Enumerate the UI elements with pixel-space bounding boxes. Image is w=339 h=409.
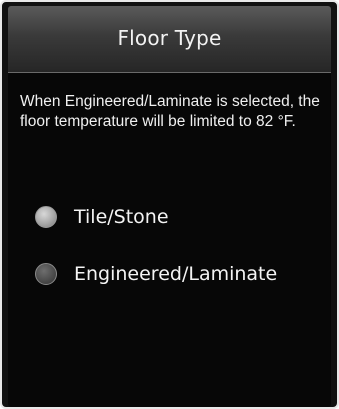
radio-tile-stone[interactable] <box>35 206 57 228</box>
option-tile-stone[interactable]: Tile/Stone <box>35 199 169 235</box>
device-frame: Floor Type When Engineered/Laminate is s… <box>0 0 339 409</box>
radio-engineered-laminate[interactable] <box>35 263 57 285</box>
header-bar: Floor Type <box>8 6 331 73</box>
screen: Floor Type When Engineered/Laminate is s… <box>8 6 331 407</box>
info-message: When Engineered/Laminate is selected, th… <box>20 93 320 130</box>
option-label-engineered-laminate: Engineered/Laminate <box>74 263 278 285</box>
page-title: Floor Type <box>117 26 222 50</box>
option-label-tile-stone: Tile/Stone <box>74 206 169 228</box>
option-engineered-laminate[interactable]: Engineered/Laminate <box>35 256 277 292</box>
